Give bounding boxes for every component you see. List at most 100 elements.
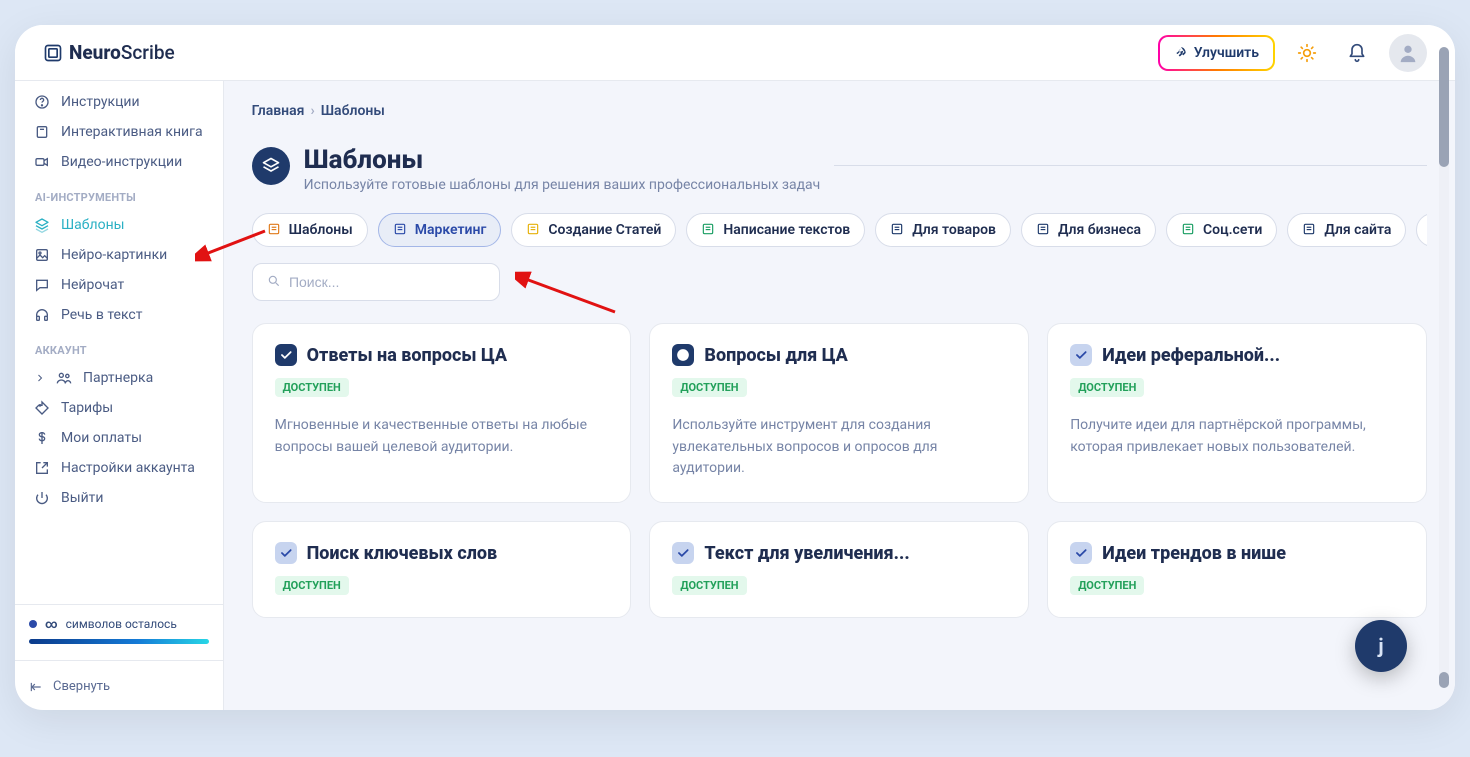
- sidebar-item-logout[interactable]: Выйти: [21, 483, 215, 513]
- category-label: Маркетинг: [415, 222, 487, 238]
- settings-icon: [33, 459, 51, 477]
- sidebar-item-label: Тарифы: [61, 400, 113, 416]
- chat-fab[interactable]: ј: [1355, 620, 1407, 672]
- svg-text:?: ?: [681, 350, 685, 360]
- template-card-0[interactable]: Ответы на вопросы ЦАДОСТУПЕНМгновенные и…: [252, 323, 632, 503]
- template-card-4[interactable]: Текст для увеличения... ДОСТУПЕН: [649, 521, 1029, 618]
- sidebar-item-label: Мои оплаты: [61, 430, 142, 446]
- sidebar-item-label: Интерактивная книга: [61, 124, 203, 140]
- category-6[interactable]: Соц.сети: [1166, 213, 1277, 247]
- breadcrumb-current: Шаблоны: [321, 103, 385, 119]
- category-label: Шаблоны: [289, 222, 353, 238]
- sidebar-item-video-instructions[interactable]: Видео-инструкции: [21, 147, 215, 177]
- category-4[interactable]: Для товаров: [875, 213, 1011, 247]
- chat-icon: ј: [1378, 634, 1383, 658]
- logo-icon: [43, 43, 63, 63]
- notifications-button[interactable]: [1339, 35, 1375, 71]
- sidebar-item-speech-to-text[interactable]: Речь в текст: [21, 300, 215, 330]
- upgrade-button[interactable]: Улучшить: [1160, 37, 1273, 69]
- breadcrumb-root[interactable]: Главная: [252, 103, 305, 119]
- infinity-icon: ∞: [45, 617, 58, 631]
- template-card-1[interactable]: ?Вопросы для ЦАДОСТУПЕНИспользуйте инстр…: [649, 323, 1029, 503]
- sidebar-item-account-settings[interactable]: Настройки аккаунта: [21, 453, 215, 483]
- sidebar-item-payments[interactable]: Мои оплаты: [21, 423, 215, 453]
- category-label: Для бизнеса: [1058, 222, 1141, 238]
- page-subtitle: Используйте готовые шаблоны для решения …: [304, 177, 821, 193]
- quota-row: ∞ символов осталось: [29, 617, 209, 631]
- category-3[interactable]: Написание текстов: [686, 213, 865, 247]
- category-label: Соц.сети: [1203, 222, 1262, 238]
- logo[interactable]: NeuroScribe: [43, 41, 175, 64]
- category-icon: [1302, 222, 1318, 238]
- sidebar-item-label: Нейро-картинки: [61, 247, 167, 263]
- image-icon: [33, 246, 51, 264]
- card-title: Текст для увеличения...: [704, 543, 909, 564]
- logo-text-reg: Scribe: [121, 41, 175, 64]
- template-grid: Ответы на вопросы ЦАДОСТУПЕНМгновенные и…: [252, 323, 1427, 628]
- sidebar: Инструкции Интерактивная книга Видео-инс…: [15, 81, 224, 710]
- collapse-sidebar[interactable]: Свернуть: [29, 679, 209, 694]
- book-icon: [33, 123, 51, 141]
- sidebar-item-label: Видео-инструкции: [61, 154, 182, 170]
- search-icon: [267, 274, 281, 290]
- status-badge: ДОСТУПЕН: [1070, 378, 1144, 397]
- rocket-icon: [1174, 46, 1188, 60]
- theme-toggle[interactable]: [1289, 35, 1325, 71]
- sidebar-item-label: Инструкции: [61, 94, 140, 110]
- page-title: Шаблоны: [304, 145, 821, 175]
- category-7[interactable]: Для сайта: [1287, 213, 1406, 247]
- card-icon: [672, 542, 694, 564]
- template-card-5[interactable]: Идеи трендов в нишеДОСТУПЕН: [1047, 521, 1427, 618]
- category-0[interactable]: Шаблоны: [252, 213, 368, 247]
- logo-text-bold: Neuro: [69, 41, 121, 64]
- sidebar-item-neuro-chat[interactable]: Нейрочат: [21, 270, 215, 300]
- category-icon: [267, 222, 283, 238]
- category-2[interactable]: Создание Статей: [511, 213, 676, 247]
- sidebar-item-label: Выйти: [61, 490, 104, 506]
- status-badge: ДОСТУПЕН: [275, 378, 349, 397]
- category-icon: [1036, 222, 1052, 238]
- sidebar-item-templates[interactable]: Шаблоны: [21, 210, 215, 240]
- card-icon: [275, 344, 297, 366]
- main-panel: Главная › Шаблоны Шаблоны Используйте го…: [224, 81, 1455, 710]
- layers-icon: [33, 216, 51, 234]
- category-icon: [526, 222, 542, 238]
- quota-dot: [29, 620, 37, 628]
- search-box[interactable]: [252, 263, 500, 301]
- category-icon: [701, 222, 717, 238]
- chevron-right-icon: [33, 371, 47, 385]
- category-filter-row: Шаблоны Маркетинг Создание Статей Написание…: [252, 213, 1427, 247]
- category-label: Написание текстов: [723, 222, 850, 238]
- video-icon: [33, 153, 51, 171]
- sidebar-item-instructions[interactable]: Инструкции: [21, 87, 215, 117]
- status-badge: ДОСТУПЕН: [672, 576, 746, 595]
- dollar-icon: [33, 429, 51, 447]
- sidebar-item-neuro-images[interactable]: Нейро-картинки: [21, 240, 215, 270]
- category-8[interactable]: Другие: [1416, 213, 1427, 247]
- divider: [834, 165, 1427, 166]
- template-card-3[interactable]: Поиск ключевых словДОСТУПЕН: [252, 521, 632, 618]
- upgrade-button-wrap: Улучшить: [1158, 35, 1275, 71]
- card-icon: ?: [672, 344, 694, 366]
- card-title: Вопросы для ЦА: [704, 345, 847, 366]
- card-title: Идеи реферальной...: [1102, 345, 1280, 366]
- card-description: Используйте инструмент для создания увле…: [672, 415, 1006, 480]
- category-1[interactable]: Маркетинг: [378, 213, 502, 247]
- sidebar-item-affiliate[interactable]: Партнерка: [21, 363, 215, 393]
- status-badge: ДОСТУПЕН: [275, 576, 349, 595]
- category-icon: [393, 222, 409, 238]
- category-5[interactable]: Для бизнеса: [1021, 213, 1156, 247]
- sidebar-item-label: Речь в текст: [61, 307, 142, 323]
- page-header: Шаблоны Используйте готовые шаблоны для …: [252, 145, 1427, 193]
- sidebar-item-label: Партнерка: [83, 370, 153, 386]
- sidebar-item-interactive-book[interactable]: Интерактивная книга: [21, 117, 215, 147]
- upgrade-label: Улучшить: [1194, 45, 1259, 61]
- power-icon: [33, 489, 51, 507]
- app-header: NeuroScribe Улучшить: [15, 25, 1455, 81]
- template-card-2[interactable]: Идеи реферальной...ДОСТУПЕНПолучите идеи…: [1047, 323, 1427, 503]
- sidebar-group-account: АККАУНТ: [21, 330, 215, 363]
- sidebar-item-plans[interactable]: Тарифы: [21, 393, 215, 423]
- search-input[interactable]: [289, 274, 485, 290]
- breadcrumb: Главная › Шаблоны: [252, 103, 1427, 119]
- avatar[interactable]: [1389, 34, 1427, 72]
